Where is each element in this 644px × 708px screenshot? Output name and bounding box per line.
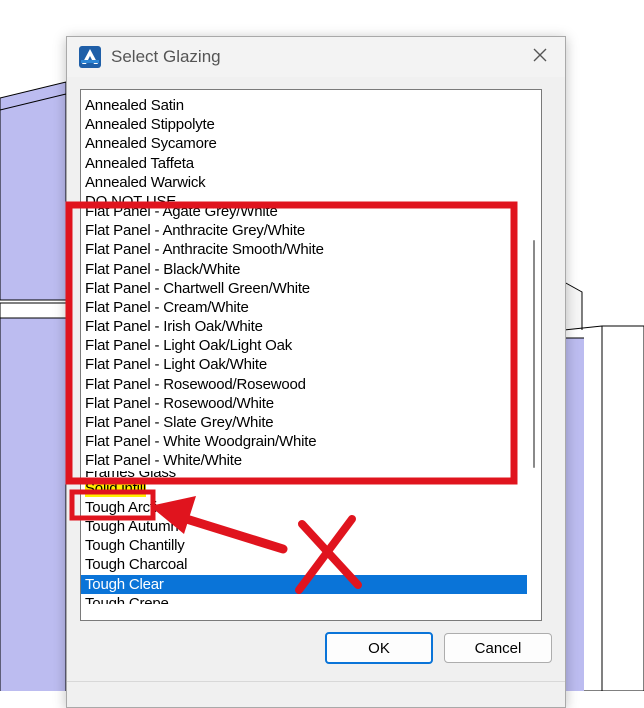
list-item[interactable]: Flat Panel - Agate Grey/White <box>81 202 527 221</box>
list-item-label: Flat Panel - Anthracite Grey/White <box>85 222 305 240</box>
list-item-label: Flat Panel - Slate Grey/White <box>85 414 274 431</box>
list-item[interactable]: Flat Panel - Anthracite Grey/White <box>81 221 527 240</box>
cancel-button[interactable]: Cancel <box>444 633 552 663</box>
list-item[interactable]: Flat Panel - Light Oak/Light Oak <box>81 336 527 355</box>
list-item-label: DO NOT USE <box>85 192 177 202</box>
list-item-label: Flat Panel - Light Oak/Light Oak <box>85 337 293 355</box>
list-item-label: Flat Panel - Anthracite Smooth/White <box>85 241 324 259</box>
list-item[interactable]: Flat Panel - White Woodgrain/White <box>81 432 527 451</box>
list-item-label: Solid infill <box>85 479 146 497</box>
list-item[interactable]: Tough Autumn <box>81 517 527 536</box>
list-item[interactable]: Flat Panel - Rosewood/White <box>81 394 527 413</box>
list-item[interactable]: Flat Panel - Light Oak/White <box>81 355 527 374</box>
list-item-label: Tough Autumn <box>85 517 179 535</box>
list-item[interactable]: Tough Clear <box>81 574 527 594</box>
list-item-label: Annealed Satin <box>85 97 184 114</box>
app-logo-icon <box>79 46 101 68</box>
ok-button[interactable]: OK <box>325 632 433 664</box>
list-item-label: Tough Chantilly <box>85 537 185 555</box>
list-item[interactable]: Flat Panel - White/White <box>81 451 527 470</box>
dialog-titlebar[interactable]: Select Glazing <box>67 37 565 77</box>
list-item-label: Flat Panel - Irish Oak/White <box>85 318 263 336</box>
list-item[interactable]: Frames Glass <box>81 471 527 479</box>
list-item-label: Flat Panel - Light Oak/White <box>85 356 267 374</box>
list-item[interactable]: Flat Panel - Irish Oak/White <box>81 317 527 336</box>
list-item[interactable]: Solid infill <box>81 479 527 498</box>
close-button[interactable] <box>522 41 558 73</box>
list-item[interactable]: Flat Panel - Cream/White <box>81 298 527 317</box>
list-item[interactable]: DO NOT USE <box>81 192 527 202</box>
close-icon <box>533 48 547 67</box>
list-item[interactable]: Annealed Taffeta <box>81 154 527 173</box>
list-item-label: Flat Panel - Rosewood/Rosewood <box>85 375 306 393</box>
list-item-label: Tough Arctic <box>85 498 165 516</box>
list-item[interactable]: Tough Charcoal <box>81 555 527 574</box>
select-glazing-dialog: Select Glazing Annealed Satin Annealed St… <box>66 36 566 708</box>
list-item-label: Flat Panel - Agate Grey/White <box>85 202 278 220</box>
list-item[interactable]: Annealed Satin <box>81 96 527 115</box>
scrollbar[interactable] <box>527 90 541 620</box>
list-item[interactable]: Tough Chantilly <box>81 536 527 555</box>
list-item-label: Tough Clear <box>85 575 164 593</box>
list-item[interactable]: Annealed Stippolyte <box>81 115 527 134</box>
list-item-label: Flat Panel - Black/White <box>85 260 241 278</box>
list-item-label: Annealed Sycamore <box>85 135 217 153</box>
list-item-label: Frames Glass <box>85 471 176 479</box>
glazing-listbox[interactable]: Annealed Satin Annealed Stippolyte Anneale… <box>80 89 542 621</box>
list-item-label: Flat Panel - White Woodgrain/White <box>85 433 317 451</box>
list-item[interactable]: Flat Panel - Slate Grey/White <box>81 413 527 432</box>
list-item[interactable]: Flat Panel - Rosewood/Rosewood <box>81 375 527 394</box>
glazing-list: Annealed Satin Annealed Stippolyte Anneale… <box>81 96 527 604</box>
list-item-label: Annealed Taffeta <box>85 154 194 172</box>
list-item-label: Annealed Warwick <box>85 173 206 191</box>
list-item[interactable]: Flat Panel - Anthracite Smooth/White <box>81 240 527 259</box>
list-item-label: Flat Panel - Cream/White <box>85 298 249 316</box>
list-item-label: Tough Charcoal <box>85 556 188 574</box>
dialog-title: Select Glazing <box>111 47 221 66</box>
list-item-label: Flat Panel - Rosewood/White <box>85 394 274 412</box>
list-item[interactable]: Flat Panel - Black/White <box>81 260 527 279</box>
list-item-label: Flat Panel - White/White <box>85 452 242 470</box>
list-item[interactable]: Annealed Warwick <box>81 173 527 192</box>
list-item[interactable]: Tough Arctic <box>81 498 527 517</box>
list-item[interactable]: Flat Panel - Chartwell Green/White <box>81 279 527 298</box>
list-item-label: Tough Crepe <box>85 594 169 604</box>
list-item-label: Annealed Stippolyte <box>85 116 215 134</box>
scrollbar-thumb[interactable] <box>533 240 535 468</box>
list-item[interactable]: Tough Crepe <box>81 594 527 604</box>
list-item-label: Flat Panel - Chartwell Green/White <box>85 279 310 297</box>
footer-divider <box>67 681 565 682</box>
list-item[interactable]: Annealed Sycamore <box>81 134 527 153</box>
